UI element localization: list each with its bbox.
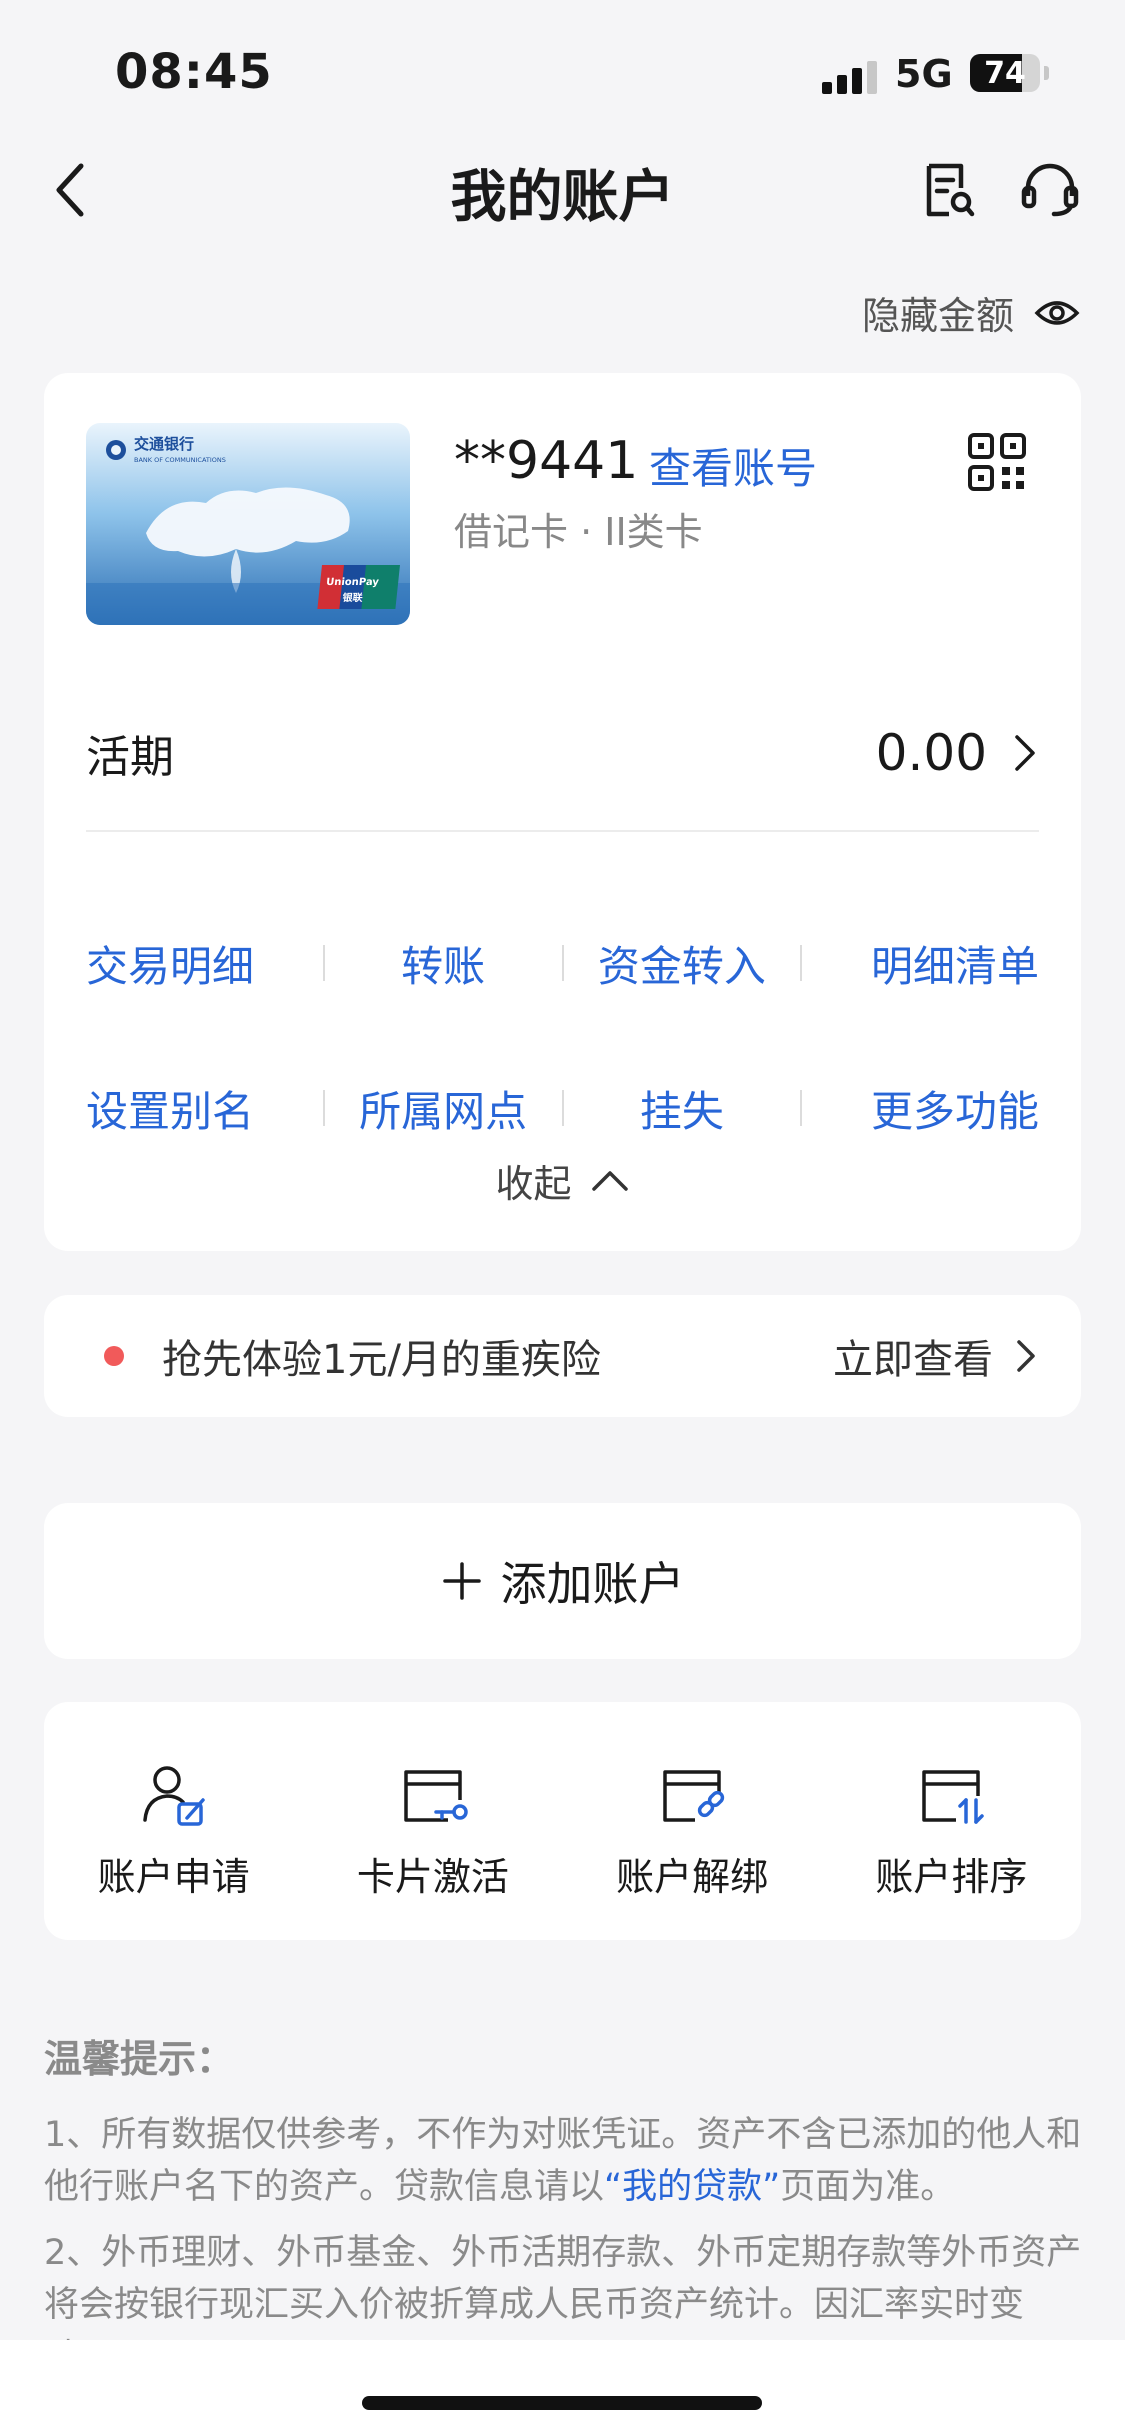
collapse-button[interactable]: 收起 — [44, 1153, 1081, 1208]
bank-card-image: 交通银行 BANK OF COMMUNICATIONS UnionPay 银联 — [86, 423, 410, 625]
chevron-right-icon — [1017, 1340, 1035, 1372]
account-card: 交通银行 BANK OF COMMUNICATIONS UnionPay 银联 … — [44, 373, 1081, 1251]
current-deposit-row[interactable]: 活期 0.00 — [86, 713, 1039, 793]
promo-dot — [104, 1346, 124, 1366]
my-loans-link[interactable]: “我的贷款” — [604, 2167, 780, 2207]
service-account-apply[interactable]: 账户申请 — [44, 1702, 303, 1940]
account-actions-row-2: 设置别名 所属网点 挂失 更多功能 — [86, 1068, 1039, 1148]
tips-p1-tail: 页面为准。 — [780, 2167, 956, 2207]
action-statement-list[interactable]: 明细清单 — [802, 933, 1039, 994]
nav-bar: 我的账户 — [0, 140, 1125, 240]
hide-amount-label: 隐藏金额 — [861, 294, 1014, 338]
qr-code-icon — [968, 433, 1026, 491]
qr-code-button[interactable] — [966, 431, 1028, 493]
eye-icon — [1034, 300, 1080, 325]
tips-section: 温馨提示： 1、所有数据仅供参考，不作为对账凭证。资产不含已添加的他人和他行账户… — [44, 2028, 1084, 2383]
service-card-activation-label: 卡片激活 — [356, 1855, 509, 1899]
bottom-safe-area — [0, 2340, 1125, 2435]
promo-view-now-link[interactable]: 立即查看 — [833, 1327, 993, 1385]
add-account-label: 添加账户 — [500, 1557, 685, 1611]
service-account-unbind-label: 账户解绑 — [616, 1855, 769, 1899]
view-account-number-link[interactable]: 查看账号 — [649, 435, 817, 496]
status-bar: 08:45 5G 74 — [0, 0, 1125, 140]
promo-banner[interactable]: 抢先体验1元/月的重疾险 立即查看 — [44, 1295, 1081, 1417]
hide-amount-toggle[interactable]: 隐藏金额 — [862, 285, 1080, 340]
divider — [86, 830, 1039, 832]
chevron-up-icon — [591, 1170, 628, 1191]
user-edit-icon — [142, 1766, 205, 1826]
card-unlink-icon — [663, 1770, 725, 1822]
tips-paragraph-1: 1、所有数据仅供参考，不作为对账凭证。资产不含已添加的他人和他行账户名下的资产。… — [44, 2109, 1084, 2213]
signal-icon — [822, 60, 882, 94]
masked-account-number: **9441 — [454, 431, 639, 491]
bill-search-icon — [926, 163, 975, 217]
card-bank-name: 交通银行 — [134, 435, 194, 453]
tips-title: 温馨提示： — [44, 2037, 235, 2081]
network-type: 5G — [895, 52, 953, 96]
promo-text: 抢先体验1元/月的重疾险 — [162, 1337, 601, 1383]
service-account-sort-label: 账户排序 — [875, 1855, 1028, 1899]
action-transaction-detail[interactable]: 交易明细 — [86, 933, 323, 994]
card-type-label: 借记卡 · II类卡 — [454, 510, 703, 554]
action-transfer[interactable]: 转账 — [325, 933, 562, 994]
card-bank-name-en: BANK OF COMMUNICATIONS — [134, 456, 226, 464]
account-actions-row-1: 交易明细 转账 资金转入 明细清单 — [86, 923, 1039, 1003]
card-key-icon — [404, 1770, 468, 1822]
action-branch[interactable]: 所属网点 — [325, 1078, 562, 1139]
action-more-functions[interactable]: 更多功能 — [802, 1078, 1039, 1139]
status-time: 08:45 — [115, 44, 273, 100]
headset-icon — [1021, 163, 1079, 217]
svg-text:银联: 银联 — [342, 591, 364, 604]
service-card-activation[interactable]: 卡片激活 — [303, 1702, 562, 1940]
add-account-button[interactable]: 添加账户 — [44, 1503, 1081, 1659]
account-services: 账户申请 卡片激活 账户解绑 账户排序 — [44, 1702, 1081, 1940]
customer-service-button[interactable] — [1018, 158, 1082, 222]
service-account-unbind[interactable]: 账户解绑 — [563, 1702, 822, 1940]
battery-level: 74 — [984, 55, 1026, 91]
svg-text:UnionPay: UnionPay — [326, 577, 380, 588]
action-funds-in[interactable]: 资金转入 — [564, 933, 801, 994]
service-account-sort[interactable]: 账户排序 — [822, 1702, 1081, 1940]
battery-icon: 74 — [970, 54, 1040, 92]
card-sort-icon — [922, 1770, 985, 1824]
action-report-loss[interactable]: 挂失 — [564, 1078, 801, 1139]
current-deposit-label: 活期 — [86, 732, 174, 783]
collapse-label: 收起 — [495, 1162, 572, 1206]
chevron-right-icon — [1015, 735, 1035, 771]
current-deposit-amount: 0.00 — [875, 724, 987, 782]
plus-icon — [442, 1562, 481, 1600]
action-set-alias[interactable]: 设置别名 — [86, 1078, 323, 1139]
home-indicator[interactable] — [362, 2396, 762, 2410]
service-account-apply-label: 账户申请 — [97, 1855, 250, 1899]
bill-search-button[interactable] — [915, 158, 979, 222]
